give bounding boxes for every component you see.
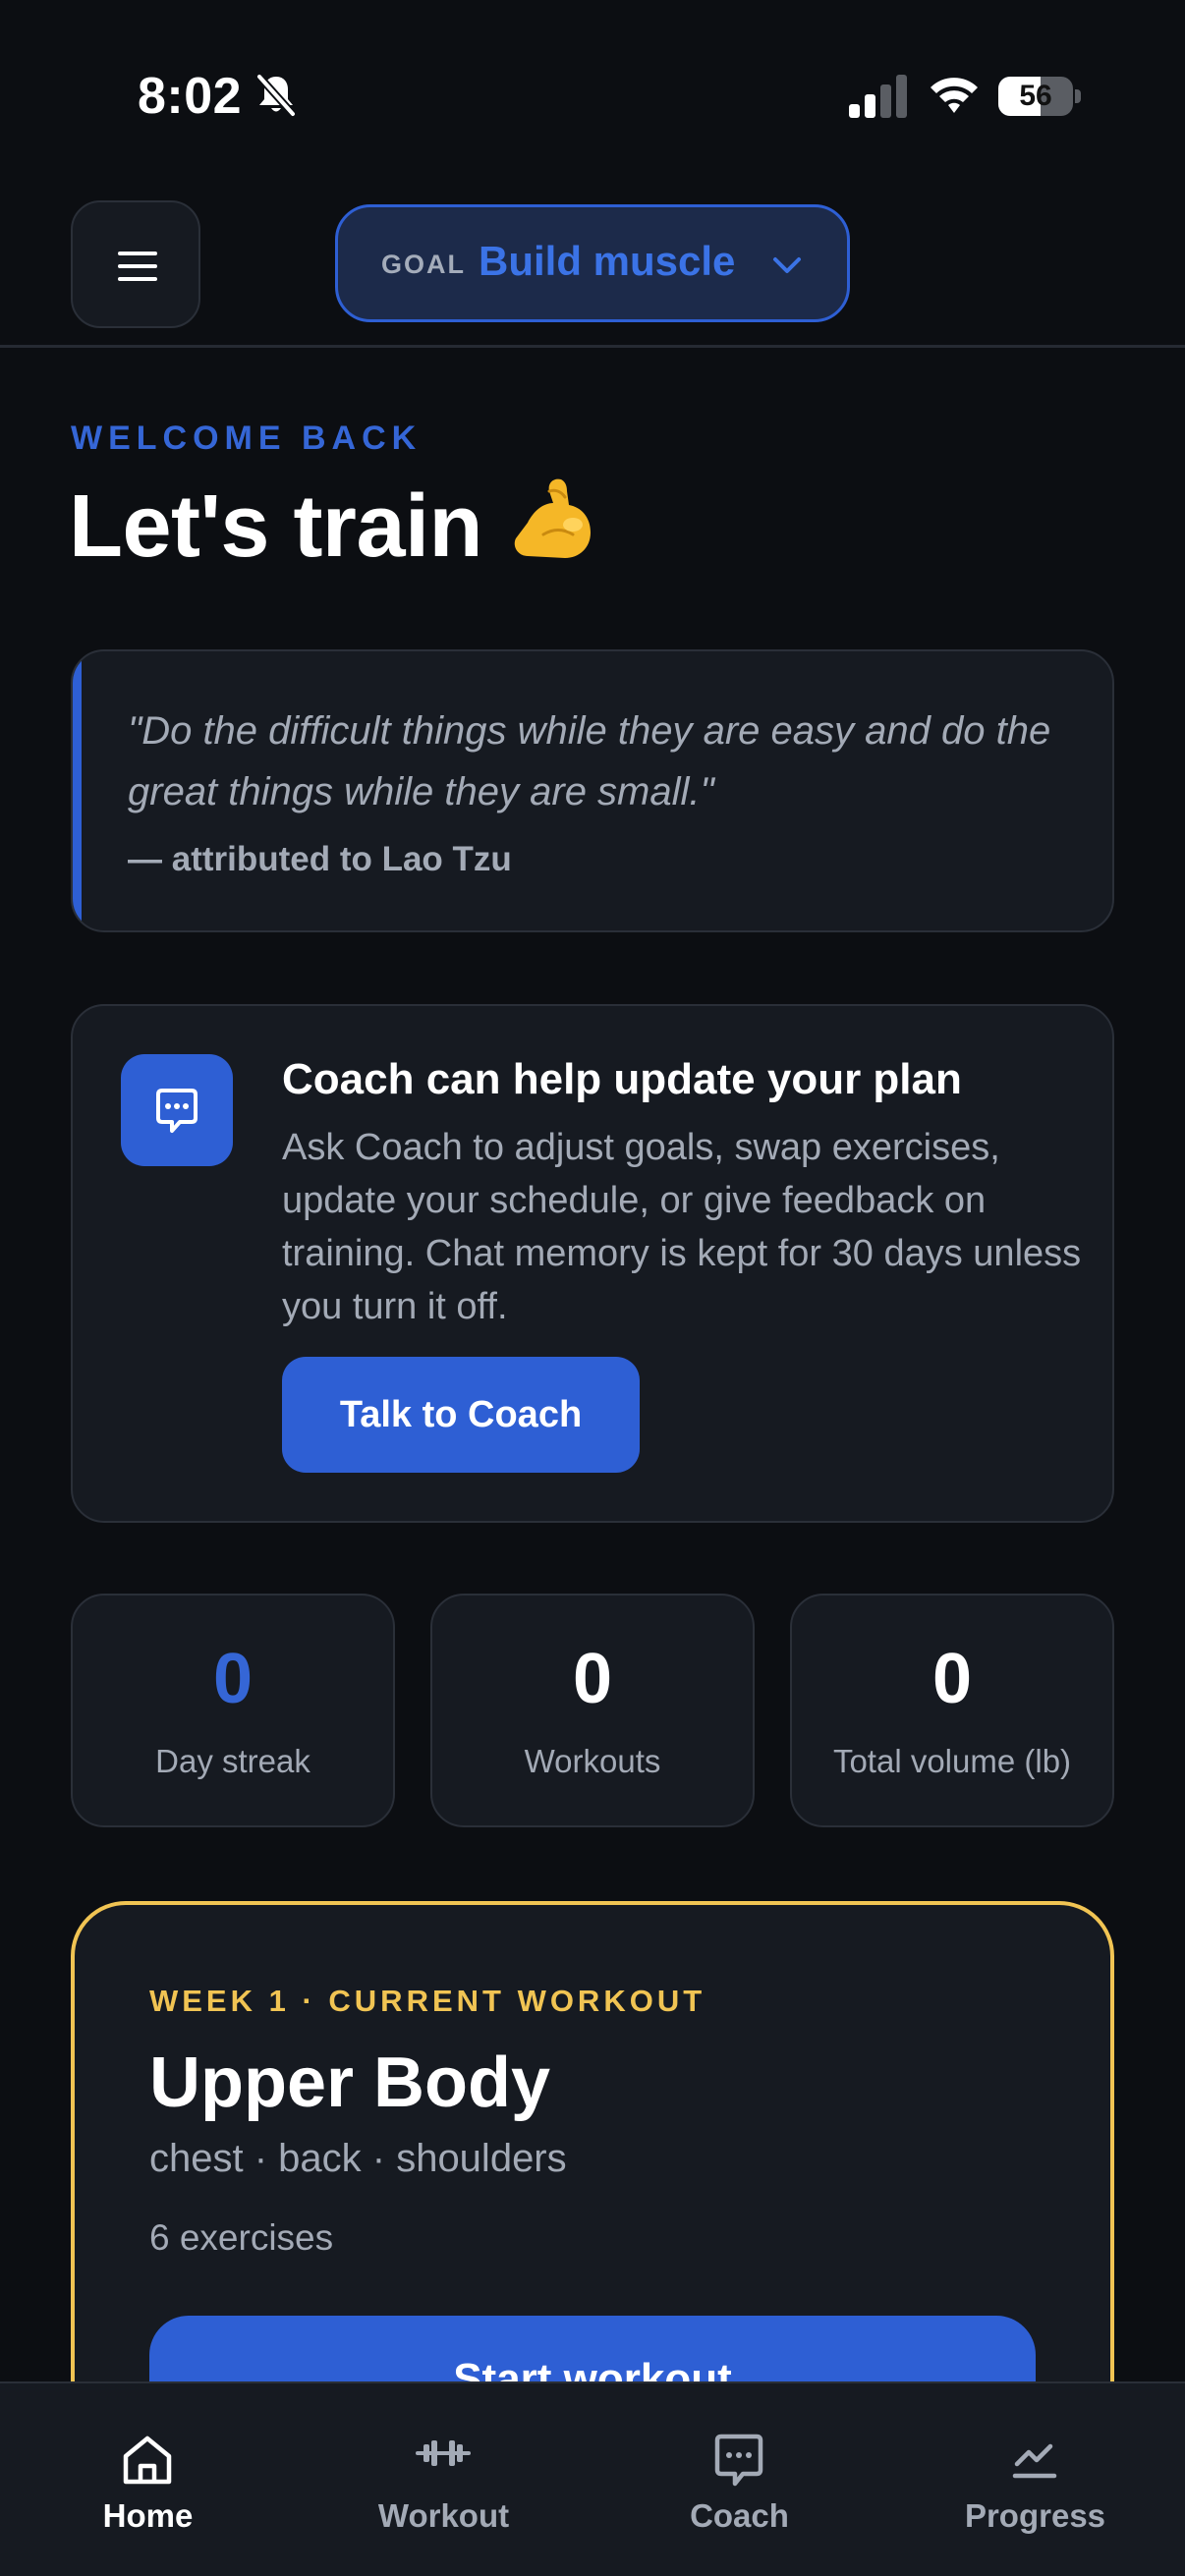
status-bar: 8:02 56 [0,0,1185,187]
stat-workouts: 0 Workouts [430,1594,755,1827]
stat-label: Day streak [155,1743,310,1779]
dumbbell-icon [416,2440,471,2466]
workout-title: Upper Body [149,2044,551,2122]
tab-home[interactable]: Home [0,2383,296,2576]
chart-icon [1012,2443,1057,2479]
bottom-tab-bar: Home Workout Coach Progress [0,2381,1185,2576]
tab-workout[interactable]: Workout [296,2383,592,2576]
workout-muscle-groups: chest · back · shoulders [149,2137,567,2180]
talk-to-coach-button[interactable]: Talk to Coach [282,1357,640,1473]
stat-label: Total volume (lb) [832,1743,1072,1779]
chat-icon [714,2434,763,2487]
tab-label: Workout [377,2497,510,2534]
home-screen: 8:02 56 GOAL Build muscle WELCOME BACK L… [0,0,1185,2576]
tab-label: Home [102,2497,194,2534]
battery-level: 56 [1019,80,1052,112]
stat-value: 0 [931,1640,973,1718]
header-divider [0,345,1185,348]
stat-total-volume: 0 Total volume (lb) [790,1594,1114,1827]
stat-value: 0 [212,1640,254,1718]
coach-card: Coach can help update your plan Ask Coac… [71,1004,1114,1523]
flexed-biceps-icon [514,478,591,558]
menu-button[interactable] [71,200,200,328]
stat-value: 0 [572,1640,613,1718]
home-icon [123,2436,172,2485]
page-title: Let's train [69,474,596,578]
goal-label: GOAL [381,250,466,279]
tab-progress[interactable]: Progress [887,2383,1183,2576]
goal-selector[interactable]: GOAL Build muscle [335,204,850,322]
quote-text: "Do the difficult things while they are … [128,709,1051,813]
chevron-down-icon [773,257,801,273]
stat-label: Workouts [524,1743,661,1779]
workout-exercise-count: 6 exercises [149,2217,334,2258]
quote-author: — attributed to Lao Tzu [128,840,512,878]
stat-day-streak: 0 Day streak [71,1594,395,1827]
coach-card-body: Ask Coach to adjust goals, swap exercise… [282,1127,1082,1327]
tab-coach[interactable]: Coach [592,2383,887,2576]
quote-card: "Do the difficult things while they are … [71,649,1114,932]
bell-slash-icon [256,74,296,117]
tab-label: Coach [690,2497,789,2534]
welcome-eyebrow: WELCOME BACK [71,420,423,457]
wifi-icon [931,78,978,113]
coach-icon-tile [121,1054,233,1166]
cellular-signal-icon [849,75,907,118]
quote-accent-bar [73,651,82,930]
status-time: 8:02 [138,68,243,125]
tab-label: Progress [964,2497,1106,2534]
workout-eyebrow: WEEK 1 · CURRENT WORKOUT [149,1984,706,2018]
page-title-text: Let's train [69,477,483,576]
chat-bubble-icon [156,1089,198,1133]
hamburger-menu-icon [118,252,157,281]
coach-card-title: Coach can help update your plan [282,1055,962,1103]
goal-value: Build muscle [479,238,736,284]
battery-indicator: 56 [998,77,1081,116]
